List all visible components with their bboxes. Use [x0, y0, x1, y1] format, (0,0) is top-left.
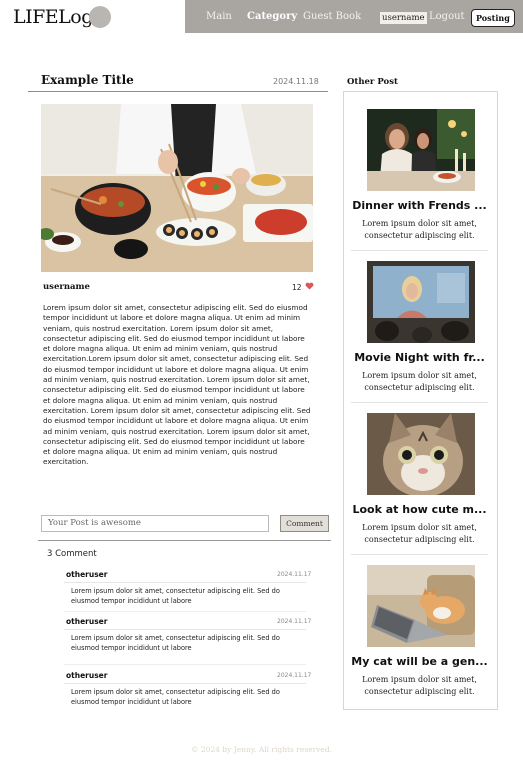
sidebar-post-desc: Lorem ipsum dolor sit amet, consectetur … [362, 675, 477, 696]
comment-input[interactable]: Your Post is awesome [41, 515, 269, 532]
logo-text: LIFELog [13, 6, 93, 28]
post-author[interactable]: username [43, 282, 90, 292]
card-separator [351, 250, 488, 251]
comment-count: 3 Comment [47, 549, 97, 559]
post-thumbnail[interactable] [367, 109, 475, 191]
nav-guest-book[interactable]: Guest Book [303, 11, 361, 22]
nav-main[interactable]: Main [206, 11, 232, 22]
post-body: Lorem ipsum dolor sit amet, consectetur … [43, 303, 311, 467]
post-image [41, 104, 313, 272]
sidebar-post-desc: Lorem ipsum dolor sit amet, consectetur … [362, 523, 477, 544]
heart-icon[interactable] [305, 282, 314, 292]
comment-separator [64, 611, 306, 612]
sidebar-post-title[interactable]: Look at how cute m... [351, 503, 488, 516]
comment-text: Lorem ipsum dolor sit amet, consectetur … [71, 634, 280, 652]
sidebar-post-desc: Lorem ipsum dolor sit amet, consectetur … [362, 371, 477, 392]
like-counter[interactable]: 12 [292, 282, 314, 292]
site-logo[interactable]: LIFELog [13, 6, 111, 28]
comment-date: 2024.11.17 [277, 618, 312, 625]
nav-username[interactable]: username [380, 12, 427, 24]
nav-category[interactable]: Category [247, 11, 297, 22]
post-date: 2024.11.18 [273, 77, 319, 86]
footer-copyright: © 2024 by Jenny. All rights reserved. [190, 745, 333, 754]
comment-button[interactable]: Comment [280, 515, 329, 532]
comment-date: 2024.11.17 [277, 571, 312, 578]
card-separator [351, 554, 488, 555]
title-divider [28, 91, 328, 92]
card-separator [351, 402, 488, 403]
comment-user[interactable]: otheruser [66, 617, 107, 626]
comment-underline [64, 582, 306, 583]
comment-text: Lorem ipsum dolor sit amet, consectetur … [71, 587, 280, 605]
comment-date: 2024.11.17 [277, 672, 312, 679]
logo-circle [88, 6, 111, 28]
sidebar-post-title[interactable]: My cat will be a gen... [351, 655, 488, 668]
post-thumbnail[interactable] [367, 565, 475, 647]
comment-text: Lorem ipsum dolor sit amet, consectetur … [71, 688, 280, 706]
like-count: 12 [292, 282, 302, 292]
comment-divider [38, 540, 331, 541]
sidebar-title: Other Post [347, 77, 398, 87]
sidebar-post-title[interactable]: Movie Night with fr... [351, 351, 488, 364]
post-title: Example Title [41, 73, 134, 87]
nav-logout[interactable]: Logout [429, 11, 465, 22]
post-thumbnail[interactable] [367, 413, 475, 495]
sidebar-post-title[interactable]: Dinner with Frends ... [351, 199, 488, 212]
post-thumbnail[interactable] [367, 261, 475, 343]
comment-underline [64, 683, 306, 684]
top-nav: Main Category Guest Book username Logout… [185, 0, 523, 33]
site-header: LIFELog Main Category Guest Book usernam… [0, 0, 523, 33]
comment-separator [64, 664, 306, 665]
comment-underline [64, 629, 306, 630]
posting-button[interactable]: Posting [471, 9, 515, 27]
comment-user[interactable]: otheruser [66, 570, 107, 579]
sidebar-post-desc: Lorem ipsum dolor sit amet, consectetur … [362, 219, 477, 240]
comment-user[interactable]: otheruser [66, 671, 107, 680]
